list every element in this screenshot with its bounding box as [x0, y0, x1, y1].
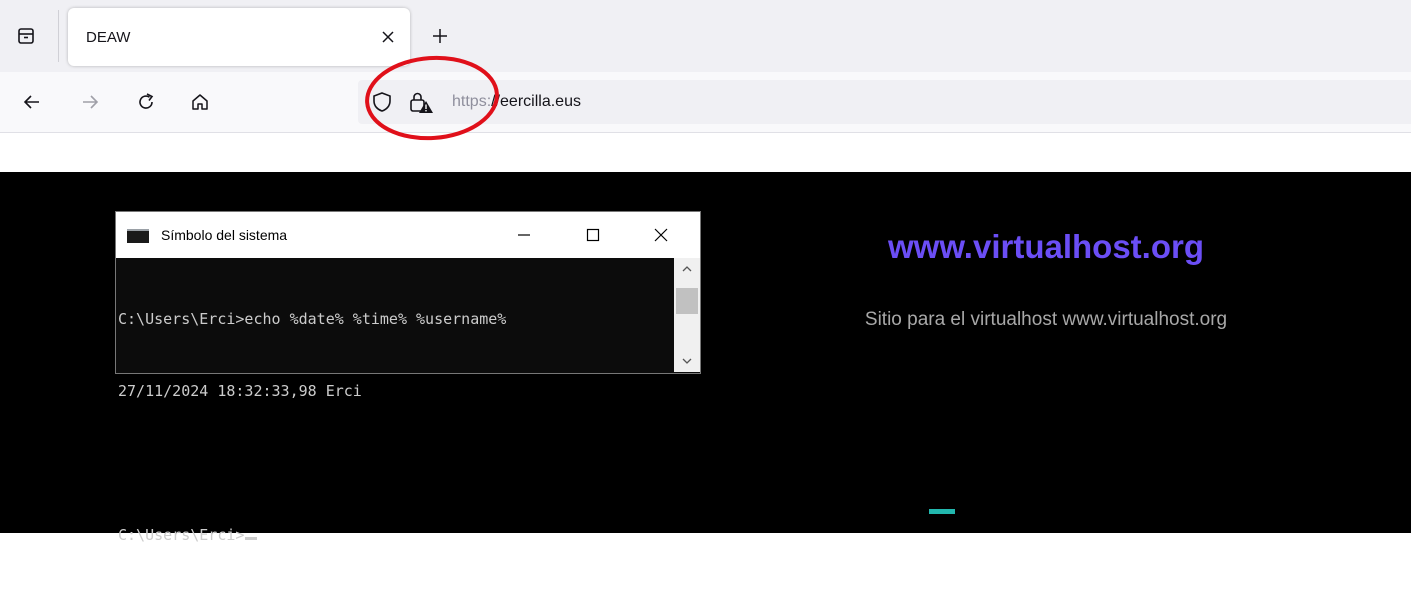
address-bar[interactable]: https://eercilla.eus — [358, 80, 1411, 124]
cmd-scrollbar[interactable] — [674, 258, 700, 372]
scrollbar-thumb[interactable] — [676, 288, 698, 314]
cmd-prompt-line: C:\Users\Erci> — [118, 523, 668, 547]
lock-warning-icon[interactable] — [408, 90, 434, 119]
maximize-icon[interactable] — [570, 220, 616, 250]
cmd-line: 27/11/2024 18:32:33,98 Erci — [118, 382, 362, 400]
tab-divider — [58, 10, 59, 62]
accent-divider — [929, 509, 955, 514]
cmd-titlebar[interactable]: Símbolo del sistema — [116, 212, 700, 258]
arrow-left-icon[interactable] — [16, 86, 48, 118]
text-cursor — [245, 537, 258, 540]
sidebar-icon[interactable] — [8, 18, 44, 54]
cmd-line — [118, 451, 668, 475]
url-text[interactable]: https://eercilla.eus — [452, 93, 581, 111]
url-scheme: https: — [452, 93, 492, 110]
console-icon — [127, 229, 149, 243]
cmd-prompt: C:\Users\Erci> — [118, 526, 245, 544]
tab-title: DEAW — [86, 29, 131, 46]
close-icon[interactable] — [376, 25, 400, 49]
cmd-window-title: Símbolo del sistema — [161, 227, 288, 243]
minimize-icon[interactable] — [501, 220, 547, 250]
site-title: www.virtualhost.org — [888, 228, 1204, 265]
close-icon[interactable] — [638, 220, 684, 250]
chevron-up-icon[interactable] — [674, 260, 700, 278]
tab-strip: DEAW — [0, 0, 1411, 72]
url-host: //eercilla.eus — [491, 93, 581, 110]
page-content: Símbolo del sistema C:\Users\Erci>echo %… — [0, 172, 1411, 544]
tab-active[interactable]: DEAW — [68, 8, 410, 66]
plus-icon[interactable] — [424, 20, 456, 52]
home-icon[interactable] — [184, 86, 216, 118]
navigation-toolbar: https://eercilla.eus — [0, 72, 1411, 133]
reload-icon[interactable] — [130, 86, 162, 118]
site-subtitle: Sitio para el virtualhost www.virtualhos… — [864, 309, 1228, 330]
shield-icon[interactable] — [370, 90, 394, 119]
chevron-down-icon[interactable] — [674, 352, 700, 370]
cmd-line: C:\Users\Erci>echo %date% %time% %userna… — [118, 310, 507, 328]
command-prompt-window[interactable]: Símbolo del sistema C:\Users\Erci>echo %… — [115, 211, 701, 544]
cmd-console-output[interactable]: C:\Users\Erci>echo %date% %time% %userna… — [118, 259, 668, 544]
arrow-right-icon[interactable] — [74, 86, 106, 118]
